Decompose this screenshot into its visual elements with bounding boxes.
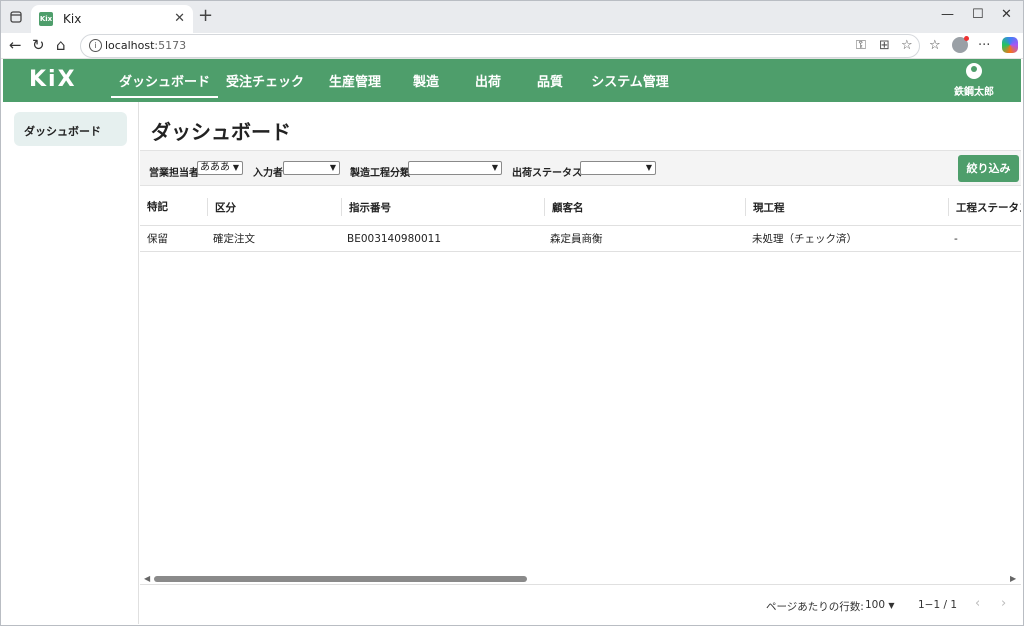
- nav-dashboard[interactable]: ダッシュボード: [111, 59, 218, 102]
- main-nav: ダッシュボード 受注チェック 生産管理 製造 出荷 品質 システム管理: [111, 59, 682, 102]
- page-title: ダッシュボード: [151, 120, 291, 144]
- entered-by-select[interactable]: ▼: [283, 161, 340, 175]
- rows-per-page-label: ページあたりの行数:: [766, 601, 864, 613]
- chevron-down-icon: ▼: [491, 163, 498, 172]
- copilot-icon[interactable]: [1002, 37, 1018, 53]
- sales-rep-select[interactable]: あああ ▼: [197, 161, 243, 175]
- process-class-select[interactable]: ▼: [408, 161, 502, 175]
- favorites-icon[interactable]: ☆: [929, 38, 941, 53]
- chevron-down-icon: ▼: [645, 163, 652, 172]
- shipping-status-select[interactable]: ▼: [580, 161, 656, 175]
- filter-submit-button[interactable]: 絞り込み: [958, 155, 1019, 182]
- back-icon[interactable]: ←: [9, 36, 22, 54]
- cell-current-process: 未処理（チェック済）: [752, 233, 857, 245]
- tab-strip: Kix Kix ✕ + — ☐ ✕: [1, 1, 1023, 33]
- browser-toolbar: ← ↻ ⌂ i localhost:5173 ⚿ ⊞ ☆ ☆ ···: [1, 33, 1023, 59]
- browser-window: Kix Kix ✕ + — ☐ ✕ ← ↻ ⌂ i localhost:5173…: [0, 0, 1024, 626]
- scroll-right-icon[interactable]: ▶: [1010, 574, 1016, 583]
- profile-avatar-icon[interactable]: [952, 36, 969, 53]
- user-name: 鉄鋼太郎: [954, 87, 994, 98]
- app-header: KiX ダッシュボード 受注チェック 生産管理 製造 出荷 品質 システム管理 …: [3, 59, 1021, 102]
- minimize-icon[interactable]: —: [941, 7, 954, 22]
- close-window-icon[interactable]: ✕: [1001, 7, 1012, 22]
- table-header-row: 特記 区分 指示番号 顧客名 現工程 工程ステータス: [140, 187, 1021, 226]
- site-info-icon[interactable]: i: [89, 39, 102, 52]
- nav-manufacturing[interactable]: 製造: [398, 59, 454, 102]
- column-header-note[interactable]: 特記: [140, 187, 200, 225]
- nav-order-check[interactable]: 受注チェック: [218, 59, 312, 102]
- account-circle-icon: [966, 63, 982, 79]
- column-header-process-status[interactable]: 工程ステータス: [948, 198, 1021, 216]
- address-bar[interactable]: i localhost:5173 ⚿ ⊞ ☆: [80, 34, 920, 58]
- page-range: 1−1 / 1: [918, 599, 958, 611]
- next-page-icon[interactable]: ›: [1001, 596, 1006, 611]
- scrollbar-thumb[interactable]: [154, 576, 527, 582]
- kix-favicon-icon: Kix: [39, 12, 53, 26]
- scroll-left-icon[interactable]: ◀: [144, 574, 150, 583]
- cell-instruction-number: BE003140980011: [347, 232, 442, 245]
- chevron-down-icon: ▼: [232, 163, 239, 172]
- new-tab-button[interactable]: +: [198, 7, 213, 25]
- pagination-footer: ページあたりの行数: 100 ▼ 1−1 / 1 ‹ ›: [140, 584, 1021, 624]
- tab-actions-icon[interactable]: [7, 8, 25, 26]
- shipping-status-label: 出荷ステータス: [512, 168, 582, 179]
- nav-shipping[interactable]: 出荷: [454, 59, 522, 102]
- column-header-category[interactable]: 区分: [207, 198, 342, 216]
- column-header-current-process[interactable]: 現工程: [745, 198, 947, 216]
- nav-production-management[interactable]: 生産管理: [312, 59, 398, 102]
- sidebar-item-dashboard[interactable]: ダッシュボード: [14, 112, 127, 146]
- kix-logo[interactable]: KiX: [29, 67, 77, 92]
- chevron-down-icon: ▼: [329, 163, 336, 172]
- nav-system-management[interactable]: システム管理: [578, 59, 682, 102]
- entered-by-label: 入力者: [253, 168, 283, 179]
- reload-icon[interactable]: ↻: [32, 36, 45, 54]
- column-header-customer-name[interactable]: 顧客名: [544, 198, 744, 216]
- maximize-icon[interactable]: ☐: [972, 7, 984, 22]
- caret-down-icon: ▼: [888, 601, 895, 610]
- column-header-instruction-number[interactable]: 指示番号: [341, 198, 544, 216]
- sales-rep-label: 営業担当者: [149, 168, 199, 179]
- rows-per-page-select[interactable]: 100 ▼: [865, 599, 895, 611]
- more-menu-icon[interactable]: ···: [978, 38, 990, 53]
- cell-category: 確定注文: [213, 233, 255, 245]
- cell-note: 保留: [147, 233, 168, 245]
- user-menu[interactable]: 鉄鋼太郎: [949, 63, 999, 98]
- tab-close-icon[interactable]: ✕: [174, 11, 185, 26]
- password-key-icon[interactable]: ⚿: [856, 38, 866, 53]
- sidebar: ダッシュボード: [3, 102, 139, 624]
- cell-process-status: -: [954, 232, 958, 245]
- nav-quality[interactable]: 品質: [522, 59, 578, 102]
- app-available-icon[interactable]: ⊞: [879, 38, 890, 53]
- filter-bar: 営業担当者 あああ ▼ 入力者 ▼ 製造工程分類 ▼ 出荷ステータス ▼ 絞り込み: [140, 150, 1021, 186]
- url-text: localhost:5173: [105, 39, 187, 52]
- orders-table: 特記 区分 指示番号 顧客名 現工程 工程ステータス 保留 確定注文 BE003…: [140, 187, 1021, 252]
- favorite-star-icon[interactable]: ☆: [901, 38, 913, 53]
- table-row[interactable]: 保留 確定注文 BE003140980011 森定員商衡 未処理（チェック済） …: [140, 226, 1021, 252]
- horizontal-scrollbar[interactable]: ◀ ▶: [140, 574, 1021, 584]
- cell-customer-name: 森定員商衡: [550, 233, 603, 245]
- browser-tab[interactable]: Kix Kix ✕: [31, 5, 193, 33]
- previous-page-icon[interactable]: ‹: [975, 596, 980, 611]
- process-class-label: 製造工程分類: [350, 168, 410, 179]
- tab-title: Kix: [63, 12, 82, 26]
- home-icon[interactable]: ⌂: [56, 36, 66, 54]
